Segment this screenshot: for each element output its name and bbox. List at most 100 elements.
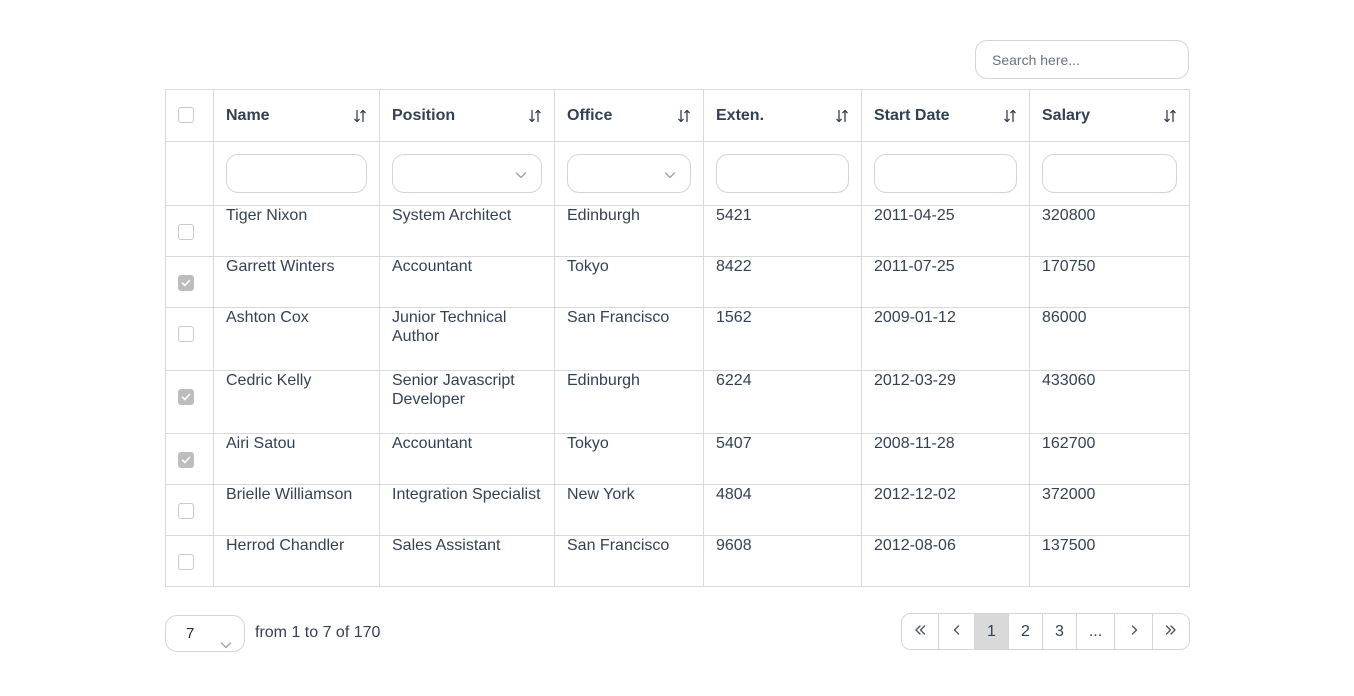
extension-filter-input[interactable] (716, 154, 849, 193)
cell-name: Garrett Winters (213, 256, 380, 308)
table-row: Tiger Nixon System Architect Edinburgh 5… (165, 205, 1190, 257)
cell-extension: 9608 (703, 535, 862, 587)
row-select-cell (165, 256, 214, 308)
row-checkbox[interactable] (178, 274, 194, 291)
cell-name: Tiger Nixon (213, 205, 380, 257)
sort-icon[interactable] (353, 109, 367, 123)
cell-position: Accountant (379, 256, 555, 308)
search-box (975, 40, 1189, 79)
pagination-range-text: from 1 to 7 of 170 (255, 624, 381, 641)
cell-salary: 162700 (1029, 433, 1190, 485)
cell-office: Tokyo (554, 433, 704, 485)
page-number: 3 (1055, 622, 1064, 640)
cell-name: Cedric Kelly (213, 370, 380, 434)
row-checkbox[interactable] (178, 451, 194, 468)
cell-name: Herrod Chandler (213, 535, 380, 587)
cell-start-date: 2012-08-06 (861, 535, 1030, 587)
cell-start-date: 2012-12-02 (861, 484, 1030, 536)
sort-icon[interactable] (835, 109, 849, 123)
cell-salary: 433060 (1029, 370, 1190, 434)
cell-office: Edinburgh (554, 205, 704, 257)
column-label: Start Date (874, 106, 950, 124)
column-label: Name (226, 106, 270, 124)
table-row: Herrod Chandler Sales Assistant San Fran… (165, 535, 1190, 587)
row-checkbox[interactable] (178, 553, 194, 570)
row-checkbox[interactable] (178, 325, 194, 342)
cell-office: New York (554, 484, 704, 536)
cell-extension: 5421 (703, 205, 862, 257)
start-date-filter-input[interactable] (874, 154, 1017, 193)
last-page-button[interactable] (1153, 614, 1189, 649)
column-header-position[interactable]: Position (379, 89, 555, 142)
column-header-name[interactable]: Name (213, 89, 380, 142)
next-page-button[interactable] (1115, 614, 1153, 649)
header-row: Name Position Office Exten. Start Date S… (165, 89, 1190, 142)
office-filter-select[interactable] (567, 154, 691, 193)
cell-office: Tokyo (554, 256, 704, 308)
table-row: Ashton Cox Junior Technical Author San F… (165, 307, 1190, 371)
page-button-1[interactable]: 1 (975, 614, 1009, 649)
cell-start-date: 2011-04-25 (861, 205, 1030, 257)
prev-page-button[interactable] (939, 614, 975, 649)
table-body: Tiger Nixon System Architect Edinburgh 5… (165, 205, 1190, 587)
column-label: Salary (1042, 106, 1091, 124)
column-header-start-date[interactable]: Start Date (861, 89, 1030, 142)
cell-salary: 137500 (1029, 535, 1190, 587)
first-page-button[interactable] (902, 614, 939, 649)
double-chevron-right-icon (1165, 623, 1177, 641)
row-checkbox[interactable] (178, 502, 194, 519)
cell-extension: 5407 (703, 433, 862, 485)
row-select-cell (165, 370, 214, 434)
cell-salary: 372000 (1029, 484, 1190, 536)
cell-position: Sales Assistant (379, 535, 555, 587)
cell-position: Integration Specialist (379, 484, 555, 536)
pagination: 1 2 3 ... (901, 613, 1190, 650)
position-filter-select[interactable] (392, 154, 542, 193)
sort-icon[interactable] (1003, 109, 1017, 123)
table-row: Cedric Kelly Senior Javascript Developer… (165, 370, 1190, 434)
data-table: Name Position Office Exten. Start Date S… (165, 89, 1190, 587)
double-chevron-left-icon (914, 623, 926, 641)
sort-icon[interactable] (1163, 109, 1177, 123)
cell-salary: 320800 (1029, 205, 1190, 257)
row-select-cell (165, 307, 214, 371)
column-header-salary[interactable]: Salary (1029, 89, 1190, 142)
chevron-down-icon (515, 168, 527, 180)
cell-office: San Francisco (554, 535, 704, 587)
select-all-cell (165, 89, 214, 142)
cell-position: System Architect (379, 205, 555, 257)
page-number: 2 (1021, 622, 1030, 640)
chevron-right-icon (1129, 623, 1139, 641)
column-label: Position (392, 106, 456, 124)
search-input[interactable] (975, 40, 1189, 79)
name-filter-input[interactable] (226, 154, 367, 193)
cell-extension: 4804 (703, 484, 862, 536)
page-number: 1 (987, 622, 996, 640)
cell-start-date: 2012-03-29 (861, 370, 1030, 434)
sort-icon[interactable] (677, 109, 691, 123)
sort-icon[interactable] (528, 109, 542, 123)
rows-per-page-select[interactable]: 7 (165, 615, 245, 652)
page-button-2[interactable]: 2 (1009, 614, 1043, 649)
chevron-left-icon (952, 623, 962, 641)
cell-salary: 86000 (1029, 307, 1190, 371)
column-header-extension[interactable]: Exten. (703, 89, 862, 142)
row-select-cell (165, 484, 214, 536)
cell-position: Senior Javascript Developer (379, 370, 555, 434)
row-select-cell (165, 535, 214, 587)
column-header-office[interactable]: Office (554, 89, 704, 142)
cell-office: Edinburgh (554, 370, 704, 434)
row-checkbox[interactable] (178, 223, 194, 240)
cell-start-date: 2011-07-25 (861, 256, 1030, 308)
row-checkbox[interactable] (178, 388, 194, 405)
page-button-3[interactable]: 3 (1043, 614, 1077, 649)
cell-position: Junior Technical Author (379, 307, 555, 371)
table-row: Garrett Winters Accountant Tokyo 8422 20… (165, 256, 1190, 308)
salary-filter-input[interactable] (1042, 154, 1177, 193)
select-all-checkbox[interactable] (178, 107, 194, 124)
column-label: Exten. (716, 106, 765, 124)
table-row: Airi Satou Accountant Tokyo 5407 2008-11… (165, 433, 1190, 485)
cell-name: Brielle Williamson (213, 484, 380, 536)
table-row: Brielle Williamson Integration Specialis… (165, 484, 1190, 536)
cell-name: Ashton Cox (213, 307, 380, 371)
